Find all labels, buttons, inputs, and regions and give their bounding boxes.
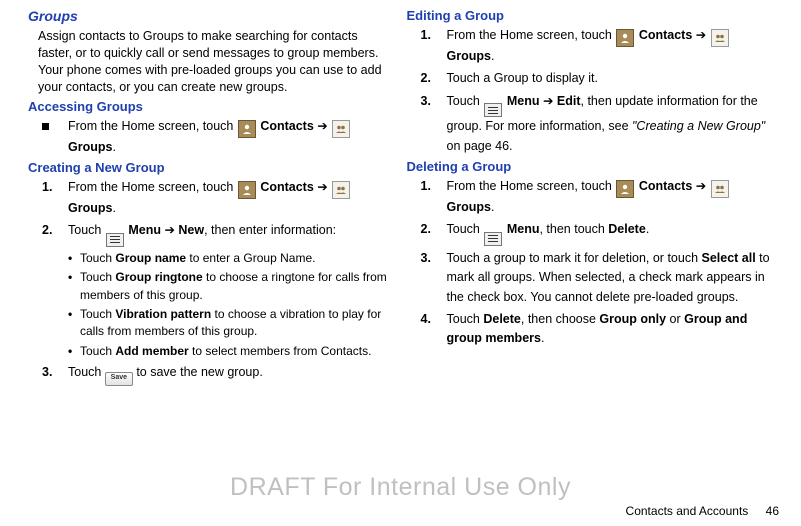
delete-label: Delete (608, 222, 646, 236)
watermark: DRAFT For Internal Use Only (0, 473, 801, 502)
creating-sub-4: •Touch Add member to select members from… (68, 343, 395, 360)
page-footer: Contacts and Accounts 46 (626, 504, 779, 518)
creating-step-1: 1. From the Home screen, touch Contacts … (42, 178, 395, 218)
square-bullet (42, 123, 49, 130)
arrow: ➔ (317, 119, 331, 133)
menu-icon (106, 233, 124, 247)
groups-heading: Groups (28, 8, 395, 24)
right-column: Editing a Group 1. From the Home screen,… (401, 8, 780, 389)
text: From the Home screen, touch (68, 119, 237, 133)
step-number: 3. (42, 363, 68, 382)
contacts-label: Contacts (639, 28, 692, 42)
contacts-icon (238, 120, 256, 138)
menu-label: Menu (128, 223, 161, 237)
groups-icon (332, 181, 350, 199)
footer-page: 46 (766, 504, 779, 518)
groups-label: Groups (447, 200, 491, 214)
groups-icon (332, 120, 350, 138)
step-number: 1. (421, 177, 447, 196)
groups-icon (711, 180, 729, 198)
cross-reference: "Creating a New Group" (632, 119, 765, 133)
accessing-step: From the Home screen, touch Contacts ➔ G… (42, 117, 395, 157)
contacts-label: Contacts (260, 119, 313, 133)
editing-step-1: 1. From the Home screen, touch Contacts … (421, 26, 774, 66)
accessing-groups-heading: Accessing Groups (28, 99, 395, 114)
menu-icon (484, 232, 502, 246)
edit-label: Edit (557, 94, 581, 108)
menu-icon (484, 103, 502, 117)
save-icon: Save (105, 372, 133, 386)
contacts-label: Contacts (260, 180, 313, 194)
deleting-step-1: 1. From the Home screen, touch Contacts … (421, 177, 774, 217)
contacts-icon (616, 29, 634, 47)
step-number: 2. (421, 220, 447, 239)
left-column: Groups Assign contacts to Groups to make… (22, 8, 401, 389)
new-label: New (178, 223, 204, 237)
step-number: 1. (421, 26, 447, 45)
step-number: 1. (42, 178, 68, 197)
editing-step-2: 2. Touch a Group to display it. (421, 69, 774, 88)
creating-sub-3: •Touch Vibration pattern to choose a vib… (68, 306, 395, 341)
step-number: 4. (421, 310, 447, 329)
groups-label: Groups (68, 140, 112, 154)
deleting-step-3: 3. Touch a group to mark it for deletion… (421, 249, 774, 307)
contacts-icon (616, 180, 634, 198)
groups-icon (711, 29, 729, 47)
groups-label: Groups (68, 201, 112, 215)
editing-group-heading: Editing a Group (407, 8, 774, 23)
step-number: 2. (42, 221, 68, 240)
contacts-icon (238, 181, 256, 199)
step-number: 3. (421, 92, 447, 111)
creating-step-2: 2. Touch Menu ➔ New, then enter informat… (42, 221, 395, 247)
menu-label: Menu (507, 94, 540, 108)
deleting-step-4: 4. Touch Delete, then choose Group only … (421, 310, 774, 349)
select-all-label: Select all (702, 251, 756, 265)
step-number: 2. (421, 69, 447, 88)
creating-sub-2: •Touch Group ringtone to choose a ringto… (68, 269, 395, 304)
deleting-step-2: 2. Touch Menu, then touch Delete. (421, 220, 774, 246)
creating-step-3: 3. Touch Save to save the new group. (42, 363, 395, 385)
footer-section: Contacts and Accounts (626, 504, 749, 518)
creating-group-heading: Creating a New Group (28, 160, 395, 175)
creating-sub-1: •Touch Group name to enter a Group Name. (68, 250, 395, 267)
contacts-label: Contacts (639, 179, 692, 193)
editing-step-3: 3. Touch Menu ➔ Edit, then update inform… (421, 92, 774, 156)
deleting-group-heading: Deleting a Group (407, 159, 774, 174)
groups-intro: Assign contacts to Groups to make search… (38, 28, 395, 96)
menu-label: Menu (507, 222, 540, 236)
step-number: 3. (421, 249, 447, 268)
groups-label: Groups (447, 49, 491, 63)
